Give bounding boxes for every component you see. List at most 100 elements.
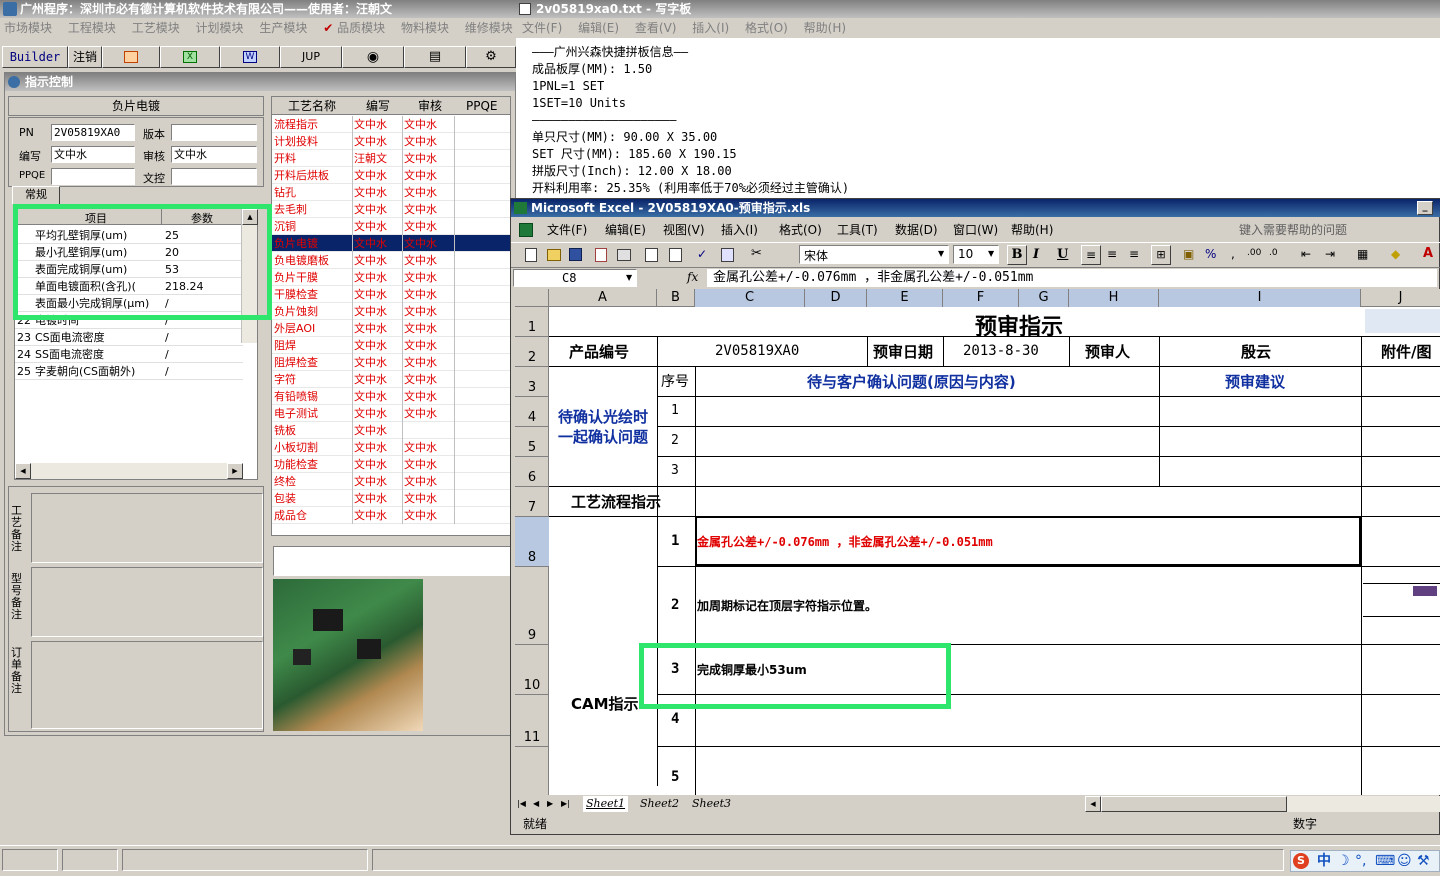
name-box[interactable]: C8 ▼	[513, 269, 637, 287]
cam-text-2[interactable]: 加周期标记在顶层字符指示位置。	[697, 597, 877, 614]
sheet-tab-1[interactable]: Sheet1	[583, 796, 629, 812]
table-row[interactable]: 功能检查 文中水 文中水	[272, 456, 510, 473]
menu-plan[interactable]: 计划模块	[196, 19, 244, 37]
excel-menu-help[interactable]: 帮助(H)	[1011, 219, 1053, 241]
suggest-header[interactable]: 预审建议	[1225, 371, 1285, 392]
process-col-name[interactable]: 工艺名称	[288, 97, 336, 115]
row-header-8[interactable]: 8	[515, 517, 549, 567]
ime-chinese-mode[interactable]: 中	[1317, 851, 1331, 871]
table-row[interactable]: 23 CS面电流密度 /	[15, 329, 243, 346]
menu-material[interactable]: 物料模块	[401, 19, 449, 37]
col-header-b[interactable]: B	[657, 289, 695, 307]
punctuation-icon[interactable]: °,	[1355, 851, 1366, 871]
col-header-i[interactable]: I	[1159, 289, 1361, 307]
increase-decimal-icon[interactable]: .00	[1247, 248, 1261, 258]
keyboard-icon[interactable]: ⌨	[1375, 851, 1395, 871]
issue-header[interactable]: 待与客户确认问题(原因与内容)	[807, 371, 1016, 392]
col-header-c[interactable]: C	[695, 289, 805, 307]
moon-icon[interactable]: ☽	[1337, 851, 1350, 871]
ppt-button[interactable]	[102, 46, 160, 68]
table-row[interactable]: 阻焊检查 文中水 文中水	[272, 354, 510, 371]
menu-production[interactable]: 生产模块	[259, 19, 307, 37]
table-row[interactable]: 小板切割 文中水 文中水	[272, 439, 510, 456]
confirm-seq-1[interactable]: 1	[671, 403, 679, 418]
process-input[interactable]	[273, 546, 511, 576]
table-row[interactable]: 去毛刺 文中水 文中水	[272, 201, 510, 218]
table-row[interactable]: 开料后烘板 文中水 文中水	[272, 167, 510, 184]
attachment-label[interactable]: 附件/图	[1381, 341, 1431, 362]
first-sheet-icon[interactable]: |◀	[517, 796, 526, 812]
table-row[interactable]: 计划投料 文中水 文中水	[272, 133, 510, 150]
tools-button[interactable]: ⚙	[466, 46, 516, 68]
chevron-down-icon[interactable]: ▼	[626, 273, 632, 282]
table-row[interactable]: 包装 文中水 文中水	[272, 490, 510, 507]
menu-quality[interactable]: 品质模块	[337, 19, 385, 37]
chevron-down-icon[interactable]: ▼	[938, 249, 944, 258]
wordpad-text[interactable]: ———广州兴森快捷拼板信息—— 成品板厚(MM): 1.50 1PNL=1 SET 1…	[532, 44, 1432, 197]
underline-button[interactable]: U	[1057, 247, 1068, 262]
model-note-field[interactable]	[31, 567, 263, 637]
merge-center-icon[interactable]: ⊞	[1151, 245, 1171, 265]
confirm-seq-2[interactable]: 2	[671, 433, 679, 448]
formula-input[interactable]: 金属孔公差+/-0.076mm ，非金属孔公差+/-0.051mm	[707, 269, 1437, 287]
col-header-d[interactable]: D	[805, 289, 867, 307]
print-icon[interactable]	[617, 249, 631, 261]
prev-sheet-icon[interactable]: ◀	[533, 796, 539, 812]
ime-toolbar[interactable]: S 中 ☽ °, ⌨ ☺ ⚒	[1290, 850, 1440, 872]
table-row[interactable]: 负片蚀刻 文中水 文中水	[272, 303, 510, 320]
process-col-review[interactable]: 审核	[418, 97, 442, 115]
indent-icon[interactable]: ⇥	[1325, 247, 1335, 261]
row-header-5[interactable]: 5	[515, 427, 549, 457]
zoom-icon[interactable]	[669, 248, 682, 262]
excel-menu-format[interactable]: 格式(O)	[779, 219, 822, 241]
percent-icon[interactable]: %	[1205, 247, 1216, 261]
save-icon[interactable]	[569, 248, 582, 261]
author-field[interactable]: 文中水	[51, 146, 135, 163]
fx-icon[interactable]: fx	[687, 270, 698, 284]
col-header-f[interactable]: F	[943, 289, 1019, 307]
process-col-ppqe[interactable]: PPQE	[466, 97, 498, 115]
review-date-value[interactable]: 2013-8-30	[963, 343, 1039, 359]
scroll-thumb[interactable]	[1101, 796, 1287, 812]
confirm-label[interactable]: 待确认光绘时一起确认问题	[551, 407, 655, 447]
permission-icon[interactable]	[595, 248, 607, 262]
next-sheet-icon[interactable]: ▶	[547, 796, 553, 812]
col-header-j[interactable]: J	[1361, 289, 1440, 307]
flow-label[interactable]: 工艺流程指示	[571, 491, 661, 512]
font-size-select[interactable]: 10 ▼	[953, 245, 999, 264]
table-row[interactable]: 字符 文中水 文中水	[272, 371, 510, 388]
align-center-icon[interactable]: ≡	[1107, 247, 1117, 261]
cam-text-1[interactable]: 金属孔公差+/-0.076mm ，非金属孔公差+/-0.051mm	[697, 533, 993, 550]
excel-button[interactable]: X	[160, 46, 220, 68]
row-header-2[interactable]: 2	[515, 337, 549, 367]
col-header-h[interactable]: H	[1069, 289, 1159, 307]
word-button[interactable]: W	[220, 46, 280, 68]
builder-button[interactable]: Builder	[2, 46, 68, 68]
row-header-11[interactable]: 11	[515, 695, 549, 747]
excel-menu-view[interactable]: 视图(V)	[663, 219, 705, 241]
align-right-icon[interactable]: ≡	[1129, 247, 1139, 261]
table-row[interactable]: 终检 文中水 文中水	[272, 473, 510, 490]
product-no-label[interactable]: 产品编号	[569, 341, 629, 362]
proofread-field[interactable]	[171, 168, 257, 185]
params-hscroll[interactable]: ◀ ▶	[15, 463, 243, 479]
col-header-g[interactable]: G	[1019, 289, 1069, 307]
align-left-icon[interactable]: ≡	[1081, 245, 1101, 265]
table-row[interactable]: 负片电镀 文中水 文中水	[272, 235, 510, 252]
review-date-label[interactable]: 预审日期	[873, 341, 933, 362]
wordpad-menu-insert[interactable]: 插入(I)	[692, 18, 729, 38]
table-row[interactable]: 25 字麦朝向(CS面朝外) /	[15, 363, 243, 380]
menu-market[interactable]: 市场模块	[4, 19, 52, 37]
review-field[interactable]: 文中水	[171, 146, 257, 163]
wordpad-menu-view[interactable]: 查看(V)	[635, 18, 677, 38]
font-color-icon[interactable]: A	[1423, 246, 1433, 261]
excel-menu-file[interactable]: 文件(F)	[547, 219, 587, 241]
eye-button[interactable]: ◉	[342, 46, 404, 68]
scroll-left-icon[interactable]: ◀	[15, 463, 31, 479]
wrench-icon[interactable]: ⚒	[1417, 851, 1430, 871]
col-header-a[interactable]: A	[549, 289, 657, 307]
sheet-tab-2[interactable]: Sheet2	[637, 796, 682, 812]
minimize-button[interactable]: _	[1417, 201, 1433, 215]
order-note-field[interactable]	[31, 641, 263, 729]
logout-button[interactable]: 注销	[68, 46, 102, 68]
